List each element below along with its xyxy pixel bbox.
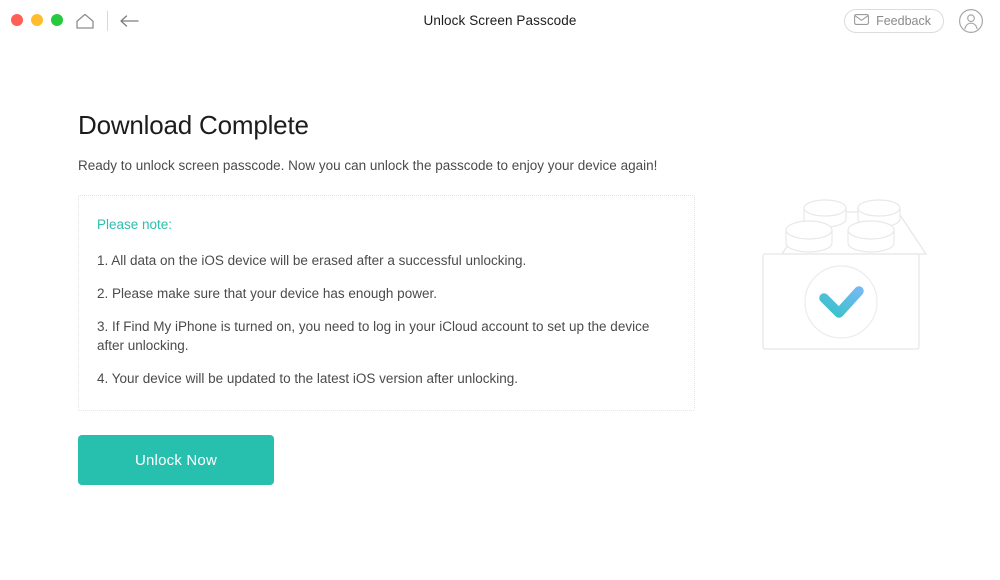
envelope-icon [854, 12, 870, 30]
app-window: Unlock Screen Passcode Feedback Download… [0, 0, 1000, 580]
lego-box-with-checkmark-illustration [748, 192, 934, 364]
title-bar: Unlock Screen Passcode Feedback [0, 0, 1000, 42]
check-circle [804, 265, 878, 339]
notes-heading: Please note: [97, 217, 173, 232]
page-title: Download Complete [78, 110, 309, 140]
page-subtitle: Ready to unlock screen passcode. Now you… [78, 158, 658, 173]
list-item: 2. Please make sure that your device has… [97, 286, 437, 301]
feedback-label: Feedback [876, 13, 931, 28]
notes-list: 1. All data on the iOS device will be er… [97, 251, 678, 402]
feedback-button[interactable]: Feedback [844, 9, 944, 33]
unlock-now-button[interactable]: Unlock Now [78, 435, 274, 485]
list-item: 4. Your device will be updated to the la… [97, 371, 519, 386]
list-item: 1. All data on the iOS device will be er… [97, 253, 527, 268]
list-item: 3. If Find My iPhone is turned on, you n… [97, 319, 650, 353]
user-avatar-icon[interactable] [958, 8, 984, 34]
notes-panel: Please note: 1. All data on the iOS devi… [78, 195, 695, 411]
